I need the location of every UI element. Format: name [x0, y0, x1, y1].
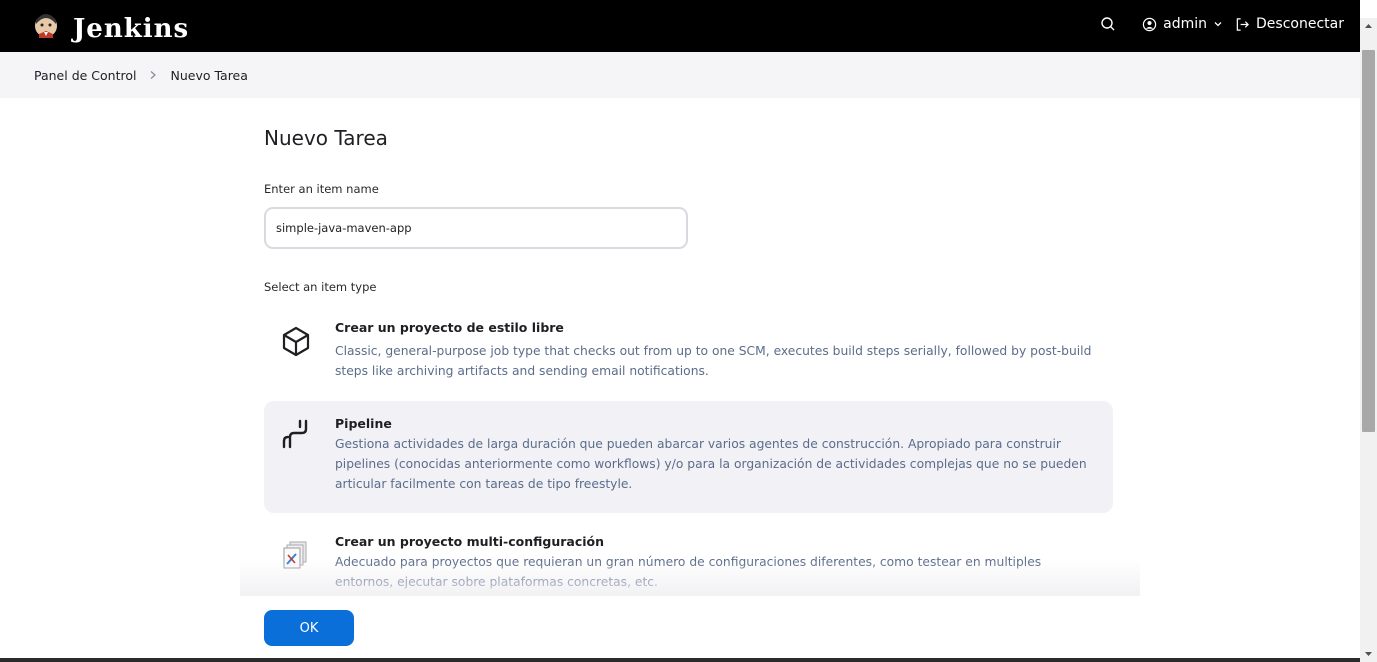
list-fade-overlay: [240, 560, 1140, 600]
logout-link[interactable]: Desconectar: [1235, 16, 1344, 32]
scroll-up-arrow-icon[interactable]: [1360, 18, 1377, 35]
search-icon: [1101, 17, 1115, 31]
vertical-scrollbar[interactable]: [1360, 18, 1377, 662]
user-avatar-icon: [1142, 17, 1157, 31]
scrollbar-thumb[interactable]: [1362, 50, 1375, 432]
scroll-down-arrow-icon[interactable]: [1360, 645, 1377, 662]
item-name-input[interactable]: [264, 207, 688, 249]
item-type-freestyle[interactable]: Crear un proyecto de estilo libre Classi…: [264, 309, 1113, 395]
breadcrumb: Panel de Control Nuevo Tarea: [0, 52, 1360, 98]
bottom-action-bar: [0, 596, 1360, 662]
chevron-right-icon: [151, 71, 157, 79]
item-type-label: Select an item type: [264, 280, 377, 294]
header-search-button[interactable]: [1100, 16, 1116, 32]
item-type-description: Gestiona actividades de larga duración q…: [335, 437, 1087, 491]
logout-label: Desconectar: [1256, 16, 1344, 32]
ok-button[interactable]: OK: [264, 610, 354, 646]
item-type-title: Crear un proyecto multi-configuración: [335, 534, 605, 549]
logo-text: Jenkins: [73, 14, 190, 44]
header: Jenkins admin Desconectar: [0, 0, 1360, 52]
jenkins-butler-icon: [35, 14, 57, 38]
freestyle-box-icon: [282, 326, 310, 357]
pipeline-icon: [282, 419, 308, 449]
chevron-down-icon: [1214, 22, 1222, 27]
user-name: admin: [1163, 16, 1208, 32]
page-title: Nuevo Tarea: [264, 126, 388, 150]
breadcrumb-item-new-task[interactable]: Nuevo Tarea: [170, 68, 247, 83]
window-bottom-edge: [0, 658, 1360, 662]
item-type-title: Pipeline: [335, 416, 392, 431]
item-type-title: Crear un proyecto de estilo libre: [335, 320, 564, 335]
logout-icon: [1236, 17, 1250, 31]
item-type-pipeline[interactable]: Pipeline Gestiona actividades de larga d…: [264, 401, 1113, 513]
breadcrumb-item-dashboard[interactable]: Panel de Control: [34, 68, 136, 83]
item-name-label: Enter an item name: [264, 182, 379, 196]
user-menu[interactable]: admin: [1142, 16, 1223, 32]
item-type-description: Classic, general-purpose job type that c…: [335, 344, 1092, 378]
jenkins-logo[interactable]: Jenkins: [33, 14, 188, 42]
